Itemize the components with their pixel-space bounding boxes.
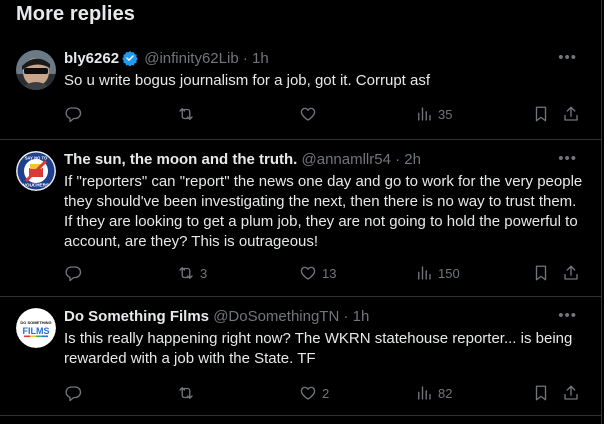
- retweet-icon: [179, 267, 193, 279]
- handle[interactable]: @infinity62Lib: [144, 50, 238, 67]
- heart-icon: [300, 266, 316, 280]
- view-count: 150: [438, 265, 460, 281]
- avatar[interactable]: DO SOMETHING FILMS: [16, 308, 56, 348]
- avatar-text-top: SAY NO TO: [25, 156, 48, 161]
- avatar[interactable]: SAY NO TO VOUCHERS: [16, 151, 56, 191]
- verified-badge-icon: [122, 50, 138, 71]
- tweet-header: The sun, the moon and the truth. @annaml…: [64, 151, 421, 169]
- avatar[interactable]: [16, 50, 56, 90]
- reply-icon: [65, 107, 82, 123]
- timestamp[interactable]: 2h: [404, 151, 421, 168]
- reply-tweet[interactable]: DO SOMETHING FILMS Do Something Films @D…: [0, 296, 601, 416]
- view-count: 35: [438, 106, 453, 122]
- share-button[interactable]: [562, 263, 580, 283]
- tweet-text: If "reporters" can "report" the news one…: [64, 173, 583, 250]
- avatar-text-bottom: FILMS: [23, 326, 50, 336]
- handle[interactable]: @annamllr54: [302, 151, 391, 168]
- reply-tweet[interactable]: bly6262 @infinity62Lib · 1h ••• So u wri…: [0, 38, 601, 140]
- avatar-text-top: DO SOMETHING: [20, 320, 51, 325]
- share-upload-icon: [564, 385, 578, 400]
- bookmark-icon: [535, 385, 547, 401]
- bookmark-button[interactable]: [532, 383, 550, 403]
- bookmark-icon: [535, 106, 547, 122]
- views-button[interactable]: 35: [415, 104, 452, 124]
- tweet-text: So u write bogus journalism for a job, g…: [64, 72, 431, 89]
- more-horizontal-icon[interactable]: •••: [558, 50, 577, 65]
- column-divider: [601, 0, 602, 424]
- separator-dot: ·: [395, 151, 401, 168]
- tweet-text: Is this really happening right now? The …: [64, 330, 573, 367]
- timestamp[interactable]: 1h: [353, 308, 370, 325]
- views-button[interactable]: 82: [415, 383, 452, 403]
- more-horizontal-icon[interactable]: •••: [558, 151, 577, 166]
- share-button[interactable]: [562, 383, 580, 403]
- separator-dot: ·: [242, 50, 248, 67]
- reply-icon: [65, 266, 82, 282]
- retweet-button[interactable]: 3: [177, 263, 207, 283]
- like-button[interactable]: 2: [299, 383, 329, 403]
- retweet-icon: [179, 387, 193, 399]
- timestamp[interactable]: 1h: [252, 50, 269, 67]
- more-horizontal-icon[interactable]: •••: [558, 308, 577, 323]
- heart-icon: [300, 386, 316, 400]
- like-button[interactable]: [299, 104, 322, 124]
- section-title: More replies: [16, 3, 136, 25]
- like-button[interactable]: 13: [299, 263, 336, 283]
- action-bar: 3 13 150: [64, 263, 585, 283]
- display-name[interactable]: The sun, the moon and the truth.: [64, 151, 297, 168]
- like-count: 2: [322, 385, 330, 401]
- views-bar-chart-icon: [418, 107, 431, 121]
- retweet-button[interactable]: [177, 383, 200, 403]
- display-name[interactable]: bly6262: [64, 50, 119, 67]
- retweet-button[interactable]: [177, 104, 200, 124]
- tweet-header: bly6262 @infinity62Lib · 1h: [64, 50, 269, 71]
- reply-button[interactable]: [64, 263, 87, 283]
- reply-tweet[interactable]: SAY NO TO VOUCHERS The sun, the moon and…: [0, 139, 601, 297]
- views-button[interactable]: 150: [415, 263, 460, 283]
- heart-icon: [300, 107, 316, 121]
- retweet-icon: [179, 108, 193, 120]
- views-bar-chart-icon: [418, 386, 431, 400]
- handle[interactable]: @DoSomethingTN: [213, 308, 339, 325]
- action-bar: 35: [64, 104, 585, 124]
- display-name[interactable]: Do Something Films: [64, 308, 209, 325]
- separator-dot: ·: [343, 308, 349, 325]
- tweet-header: Do Something Films @DoSomethingTN · 1h: [64, 308, 369, 326]
- bookmark-button[interactable]: [532, 104, 550, 124]
- retweet-count: 3: [200, 265, 208, 281]
- avatar-text-bottom: VOUCHERS: [23, 183, 49, 188]
- share-upload-icon: [564, 265, 578, 280]
- view-count: 82: [438, 385, 453, 401]
- like-count: 13: [322, 265, 337, 281]
- reply-button[interactable]: [64, 104, 87, 124]
- reply-button[interactable]: [64, 383, 87, 403]
- views-bar-chart-icon: [418, 266, 431, 280]
- bookmark-button[interactable]: [532, 263, 550, 283]
- action-bar: 2 82: [64, 383, 585, 403]
- reply-icon: [65, 386, 82, 402]
- share-upload-icon: [564, 106, 578, 121]
- bookmark-icon: [535, 265, 547, 281]
- share-button[interactable]: [562, 104, 580, 124]
